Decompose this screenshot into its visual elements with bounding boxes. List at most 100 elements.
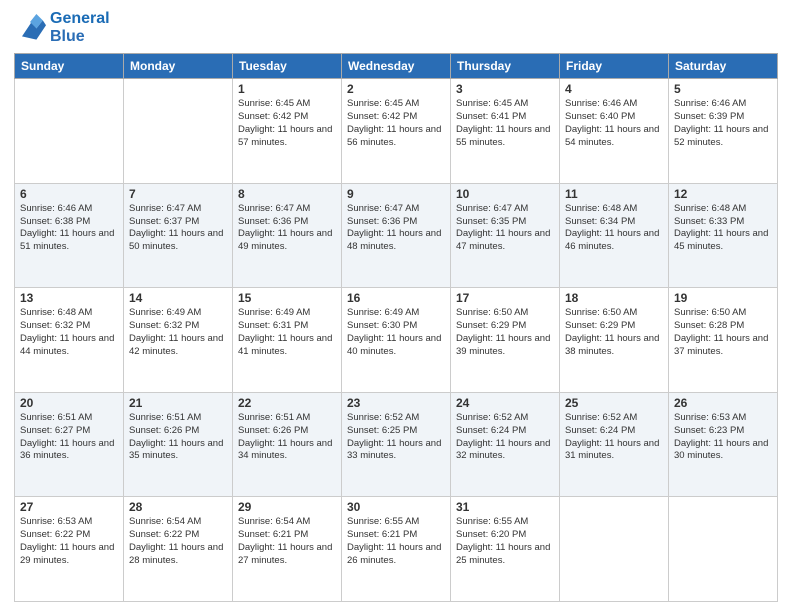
calendar-cell: 7 Sunrise: 6:47 AM Sunset: 6:37 PM Daylig… [124, 183, 233, 288]
logo-icon [14, 14, 46, 42]
day-info: Sunrise: 6:53 AM Sunset: 6:23 PM Dayligh… [674, 412, 772, 463]
day-info: Sunrise: 6:55 AM Sunset: 6:21 PM Dayligh… [347, 516, 445, 567]
day-header-sunday: Sunday [15, 54, 124, 79]
day-number: 22 [238, 396, 336, 410]
calendar-cell: 10 Sunrise: 6:47 AM Sunset: 6:35 PM Dayli… [451, 183, 560, 288]
day-number: 3 [456, 82, 554, 96]
calendar-cell: 30Sunrise: 6:55 AM Sunset: 6:21 PM Dayli… [342, 497, 451, 602]
day-number: 8 [238, 187, 336, 201]
day-number: 24 [456, 396, 554, 410]
calendar-cell: 12Sunrise: 6:48 AM Sunset: 6:33 PM Dayli… [669, 183, 778, 288]
day-number: 14 [129, 291, 227, 305]
day-info: Sunrise: 6:50 AM Sunset: 6:29 PM Dayligh… [565, 307, 663, 358]
day-number: 17 [456, 291, 554, 305]
calendar-cell: 3 Sunrise: 6:45 AM Sunset: 6:41 PM Daylig… [451, 79, 560, 184]
day-number: 28 [129, 500, 227, 514]
calendar-cell: 24 Sunrise: 6:52 AM Sunset: 6:24 PM Dayli… [451, 392, 560, 497]
day-number: 31 [456, 500, 554, 514]
day-info: Sunrise: 6:45 AM Sunset: 6:41 PM Dayligh… [456, 98, 554, 149]
calendar-cell: 8 Sunrise: 6:47 AM Sunset: 6:36 PM Daylig… [233, 183, 342, 288]
day-number: 19 [674, 291, 772, 305]
calendar-header-row: SundayMondayTuesdayWednesdayThursdayFrid… [15, 54, 778, 79]
day-number: 10 [456, 187, 554, 201]
day-number: 13 [20, 291, 118, 305]
day-info: Sunrise: 6:46 AM Sunset: 6:39 PM Dayligh… [674, 98, 772, 149]
day-info: Sunrise: 6:52 AM Sunset: 6:25 PM Dayligh… [347, 412, 445, 463]
day-number: 23 [347, 396, 445, 410]
day-header-tuesday: Tuesday [233, 54, 342, 79]
day-info: Sunrise: 6:45 AM Sunset: 6:42 PM Dayligh… [347, 98, 445, 149]
day-number: 11 [565, 187, 663, 201]
day-info: Sunrise: 6:53 AM Sunset: 6:22 PM Dayligh… [20, 516, 118, 567]
day-number: 9 [347, 187, 445, 201]
calendar-table: SundayMondayTuesdayWednesdayThursdayFrid… [14, 53, 778, 602]
day-info: Sunrise: 6:51 AM Sunset: 6:26 PM Dayligh… [129, 412, 227, 463]
calendar-week-row: 27 Sunrise: 6:53 AM Sunset: 6:22 PM Dayli… [15, 497, 778, 602]
day-info: Sunrise: 6:52 AM Sunset: 6:24 PM Dayligh… [565, 412, 663, 463]
day-info: Sunrise: 6:50 AM Sunset: 6:29 PM Dayligh… [456, 307, 554, 358]
calendar-cell: 5 Sunrise: 6:46 AM Sunset: 6:39 PM Daylig… [669, 79, 778, 184]
calendar-cell [560, 497, 669, 602]
day-number: 1 [238, 82, 336, 96]
calendar-week-row: 1 Sunrise: 6:45 AM Sunset: 6:42 PM Daylig… [15, 79, 778, 184]
day-info: Sunrise: 6:47 AM Sunset: 6:35 PM Dayligh… [456, 203, 554, 254]
calendar-cell: 15 Sunrise: 6:49 AM Sunset: 6:31 PM Dayli… [233, 288, 342, 393]
day-number: 15 [238, 291, 336, 305]
day-info: Sunrise: 6:52 AM Sunset: 6:24 PM Dayligh… [456, 412, 554, 463]
day-number: 27 [20, 500, 118, 514]
day-number: 26 [674, 396, 772, 410]
calendar-cell: 9Sunrise: 6:47 AM Sunset: 6:36 PM Daylig… [342, 183, 451, 288]
logo-text: General Blue [50, 10, 110, 45]
calendar-cell: 2 Sunrise: 6:45 AM Sunset: 6:42 PM Daylig… [342, 79, 451, 184]
day-info: Sunrise: 6:47 AM Sunset: 6:36 PM Dayligh… [238, 203, 336, 254]
calendar-cell: 20Sunrise: 6:51 AM Sunset: 6:27 PM Dayli… [15, 392, 124, 497]
calendar-week-row: 20Sunrise: 6:51 AM Sunset: 6:27 PM Dayli… [15, 392, 778, 497]
day-info: Sunrise: 6:51 AM Sunset: 6:26 PM Dayligh… [238, 412, 336, 463]
calendar-cell: 6 Sunrise: 6:46 AM Sunset: 6:38 PM Daylig… [15, 183, 124, 288]
calendar-cell: 17 Sunrise: 6:50 AM Sunset: 6:29 PM Dayli… [451, 288, 560, 393]
day-info: Sunrise: 6:48 AM Sunset: 6:33 PM Dayligh… [674, 203, 772, 254]
day-number: 18 [565, 291, 663, 305]
day-number: 16 [347, 291, 445, 305]
calendar-cell: 28 Sunrise: 6:54 AM Sunset: 6:22 PM Dayli… [124, 497, 233, 602]
calendar-cell: 21 Sunrise: 6:51 AM Sunset: 6:26 PM Dayli… [124, 392, 233, 497]
header: General Blue [14, 10, 778, 45]
day-info: Sunrise: 6:49 AM Sunset: 6:31 PM Dayligh… [238, 307, 336, 358]
logo: General Blue [14, 10, 110, 45]
day-number: 21 [129, 396, 227, 410]
day-header-friday: Friday [560, 54, 669, 79]
calendar-cell: 23 Sunrise: 6:52 AM Sunset: 6:25 PM Dayli… [342, 392, 451, 497]
day-info: Sunrise: 6:47 AM Sunset: 6:37 PM Dayligh… [129, 203, 227, 254]
day-number: 20 [20, 396, 118, 410]
calendar-cell: 25 Sunrise: 6:52 AM Sunset: 6:24 PM Dayli… [560, 392, 669, 497]
day-number: 7 [129, 187, 227, 201]
day-info: Sunrise: 6:48 AM Sunset: 6:32 PM Dayligh… [20, 307, 118, 358]
day-info: Sunrise: 6:54 AM Sunset: 6:21 PM Dayligh… [238, 516, 336, 567]
calendar-cell: 27 Sunrise: 6:53 AM Sunset: 6:22 PM Dayli… [15, 497, 124, 602]
day-header-monday: Monday [124, 54, 233, 79]
calendar-cell: 16Sunrise: 6:49 AM Sunset: 6:30 PM Dayli… [342, 288, 451, 393]
day-info: Sunrise: 6:49 AM Sunset: 6:32 PM Dayligh… [129, 307, 227, 358]
calendar-cell: 19 Sunrise: 6:50 AM Sunset: 6:28 PM Dayli… [669, 288, 778, 393]
calendar-cell: 22 Sunrise: 6:51 AM Sunset: 6:26 PM Dayli… [233, 392, 342, 497]
calendar-cell: 1 Sunrise: 6:45 AM Sunset: 6:42 PM Daylig… [233, 79, 342, 184]
calendar-week-row: 6 Sunrise: 6:46 AM Sunset: 6:38 PM Daylig… [15, 183, 778, 288]
day-number: 6 [20, 187, 118, 201]
calendar-cell [124, 79, 233, 184]
day-header-thursday: Thursday [451, 54, 560, 79]
day-number: 5 [674, 82, 772, 96]
day-header-wednesday: Wednesday [342, 54, 451, 79]
calendar-cell: 11 Sunrise: 6:48 AM Sunset: 6:34 PM Dayli… [560, 183, 669, 288]
day-info: Sunrise: 6:50 AM Sunset: 6:28 PM Dayligh… [674, 307, 772, 358]
day-number: 2 [347, 82, 445, 96]
day-info: Sunrise: 6:48 AM Sunset: 6:34 PM Dayligh… [565, 203, 663, 254]
day-number: 29 [238, 500, 336, 514]
day-number: 25 [565, 396, 663, 410]
day-info: Sunrise: 6:54 AM Sunset: 6:22 PM Dayligh… [129, 516, 227, 567]
day-info: Sunrise: 6:45 AM Sunset: 6:42 PM Dayligh… [238, 98, 336, 149]
day-info: Sunrise: 6:46 AM Sunset: 6:40 PM Dayligh… [565, 98, 663, 149]
day-info: Sunrise: 6:55 AM Sunset: 6:20 PM Dayligh… [456, 516, 554, 567]
calendar-cell: 29 Sunrise: 6:54 AM Sunset: 6:21 PM Dayli… [233, 497, 342, 602]
day-info: Sunrise: 6:46 AM Sunset: 6:38 PM Dayligh… [20, 203, 118, 254]
day-number: 4 [565, 82, 663, 96]
